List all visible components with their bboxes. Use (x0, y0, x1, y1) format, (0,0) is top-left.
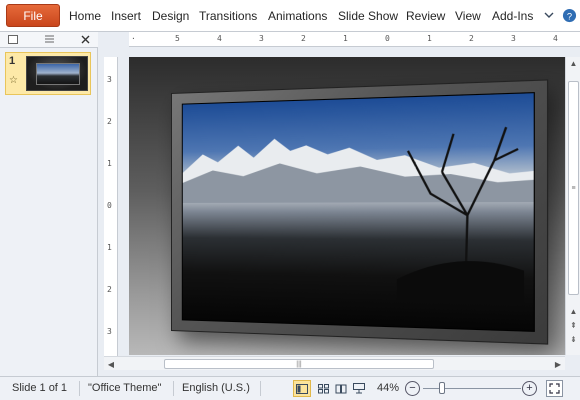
tab-slide-show[interactable]: Slide Show (338, 9, 398, 23)
chevron-up-icon[interactable] (541, 7, 557, 23)
slide-thumbnail[interactable]: 1 ☆ (5, 52, 91, 95)
tab-add-ins[interactable]: Add-Ins (492, 9, 533, 23)
vertical-scrollbar[interactable]: ▲ ≡ ▲ ⇞ ⇟ (565, 57, 580, 355)
scroll-up-icon[interactable]: ▲ (566, 305, 580, 317)
tab-animations[interactable]: Animations (268, 9, 327, 23)
horizontal-scroll-thumb[interactable]: ||| (164, 359, 434, 369)
slide-show-icon[interactable] (350, 380, 368, 397)
normal-view-icon[interactable] (293, 380, 311, 397)
tab-home[interactable]: Home (69, 9, 101, 23)
ribbon-tab-bar: File Home Insert Design Transitions Anim… (0, 0, 580, 32)
vertical-ruler: 3 2 1 0 1 2 3 (104, 57, 118, 357)
slide-number: 1 (9, 55, 16, 67)
tab-design[interactable]: Design (152, 9, 189, 23)
slide-count: Slide 1 of 1 (12, 382, 68, 394)
slides-pane: 1 ☆ (0, 32, 98, 377)
outline-tab-icon[interactable] (40, 33, 58, 46)
mountain-photo (181, 92, 535, 332)
zoom-slider[interactable] (423, 388, 521, 389)
status-bar: Slide 1 of 1 "Office Theme" English (U.S… (0, 376, 580, 400)
tab-transitions[interactable]: Transitions (199, 9, 257, 23)
picture-frame[interactable] (171, 79, 549, 345)
tab-review[interactable]: Review (406, 9, 445, 23)
language-indicator[interactable]: English (U.S.) (182, 382, 250, 394)
slide-thumbnail-image (26, 56, 88, 91)
slides-tab-icon[interactable] (4, 33, 22, 46)
scroll-right-arrow[interactable]: ▶ (551, 357, 565, 371)
file-tab[interactable]: File (6, 4, 60, 27)
close-icon[interactable] (76, 33, 94, 46)
tab-insert[interactable]: Insert (111, 9, 141, 23)
scroll-left-arrow[interactable]: ◀ (104, 357, 118, 371)
horizontal-scrollbar[interactable]: ◀ ||| ▶ (104, 356, 565, 370)
fit-to-window-icon[interactable] (546, 380, 563, 397)
tab-view[interactable]: View (455, 9, 481, 23)
zoom-out-icon[interactable]: − (405, 381, 420, 396)
theme-name[interactable]: "Office Theme" (88, 382, 161, 394)
svg-text:?: ? (566, 11, 571, 21)
animation-star-icon: ☆ (9, 75, 18, 86)
zoom-slider-thumb[interactable] (438, 382, 445, 394)
zoom-in-icon[interactable]: + (522, 381, 537, 396)
next-slide-icon[interactable]: ⇟ (566, 333, 580, 345)
help-icon[interactable]: ? (561, 7, 577, 23)
reading-view-icon[interactable] (332, 380, 350, 397)
previous-slide-icon[interactable]: ⇞ (566, 319, 580, 331)
scroll-up-arrow[interactable]: ▲ (566, 57, 580, 69)
horizontal-ruler: · 5 4 3 2 1 0 1 2 3 4 (129, 32, 580, 47)
slides-pane-header (0, 32, 98, 48)
slide-sorter-icon[interactable] (314, 380, 332, 397)
zoom-level[interactable]: 44% (377, 382, 399, 394)
slide-canvas[interactable] (129, 57, 565, 355)
vertical-scroll-thumb[interactable]: ≡ (568, 81, 579, 295)
